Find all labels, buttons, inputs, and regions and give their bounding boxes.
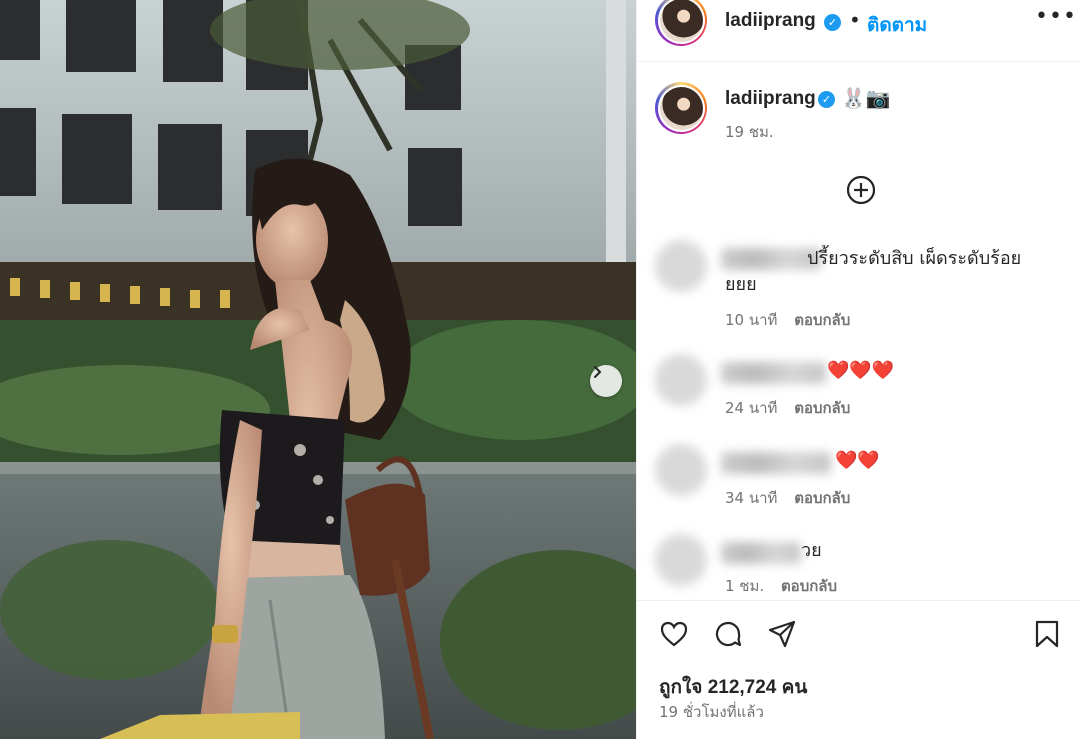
comment-text-continued: ยยย — [725, 274, 757, 295]
commenter-avatar[interactable] — [655, 240, 707, 292]
reply-button[interactable]: ตอบกลับ — [794, 308, 850, 332]
caption-time[interactable]: 19 ชม. — [725, 120, 774, 144]
author-avatar[interactable] — [655, 0, 707, 46]
comment-time[interactable]: 10 นาที — [725, 308, 777, 332]
post-timestamp[interactable]: 19 ชั่วโมงที่แล้ว — [659, 700, 764, 724]
comment-text: ❤️❤️❤️ — [827, 360, 895, 381]
post-sidebar: ladiiprang ✓ • ติดตาม ••• ladiiprang ✓ 🐰… — [636, 0, 1080, 739]
comment-meta: 24 นาที ตอบกลับ — [725, 396, 850, 420]
post-actions — [637, 600, 1080, 672]
comment-time[interactable]: 34 นาที — [725, 486, 777, 510]
verified-badge-icon: ✓ — [818, 91, 835, 108]
separator-dot: • — [849, 8, 861, 32]
share-icon[interactable] — [767, 619, 797, 649]
verified-badge-icon: ✓ — [824, 14, 841, 31]
post-header: ladiiprang ✓ • ติดตาม ••• — [637, 0, 1080, 62]
commenter-username-blurred[interactable] — [721, 248, 821, 270]
reply-button[interactable]: ตอบกลับ — [794, 396, 850, 420]
commenter-avatar[interactable] — [655, 444, 707, 496]
post-photo[interactable] — [0, 0, 636, 739]
commenter-avatar[interactable] — [655, 354, 707, 406]
comment-item: วย 1 ชม. ตอบกลับ — [655, 534, 1075, 598]
commenter-username-blurred[interactable] — [721, 362, 826, 384]
commenter-username-blurred[interactable] — [721, 542, 801, 564]
comment-time[interactable]: 24 นาที — [725, 396, 777, 420]
comment-time[interactable]: 1 ชม. — [725, 574, 764, 598]
caption-text: 🐰📷 — [841, 86, 891, 110]
comment-text: ปรี้ยวระดับสิบ เผ็ดระดับร้อย — [807, 248, 1022, 269]
more-options-icon[interactable]: ••• — [1035, 4, 1077, 29]
author-username[interactable]: ladiiprang — [725, 10, 816, 32]
plus-circle-icon[interactable] — [845, 174, 877, 206]
comment-item: ปรี้ยวระดับสิบ เผ็ดระดับร้อย ยยย 10 นาที… — [655, 240, 1075, 330]
commenter-avatar[interactable] — [655, 534, 707, 586]
comment-item: ❤️❤️❤️ 24 นาที ตอบกลับ — [655, 354, 1075, 424]
post-image — [0, 0, 636, 739]
like-heart-icon[interactable] — [659, 619, 689, 649]
chevron-right-icon — [594, 366, 602, 378]
comment-icon[interactable] — [713, 619, 743, 649]
like-count[interactable]: ถูกใจ 212,724 คน — [659, 672, 807, 702]
bookmark-icon[interactable] — [1033, 619, 1061, 649]
comment-text: ❤️❤️ — [835, 450, 880, 471]
comment-meta: 34 นาที ตอบกลับ — [725, 486, 850, 510]
reply-button[interactable]: ตอบกลับ — [781, 574, 837, 598]
comment-text: วย — [801, 540, 822, 561]
reply-button[interactable]: ตอบกลับ — [794, 486, 850, 510]
caption-username[interactable]: ladiiprang — [725, 88, 816, 110]
comment-meta: 1 ชม. ตอบกลับ — [725, 574, 837, 598]
follow-button[interactable]: ติดตาม — [867, 10, 927, 40]
comment-item: ❤️❤️ 34 นาที ตอบกลับ — [655, 444, 1075, 514]
caption-avatar[interactable] — [655, 82, 707, 134]
comment-meta: 10 นาที ตอบกลับ — [725, 308, 850, 332]
next-photo-button[interactable] — [590, 365, 622, 397]
commenter-username-blurred[interactable] — [721, 452, 831, 474]
